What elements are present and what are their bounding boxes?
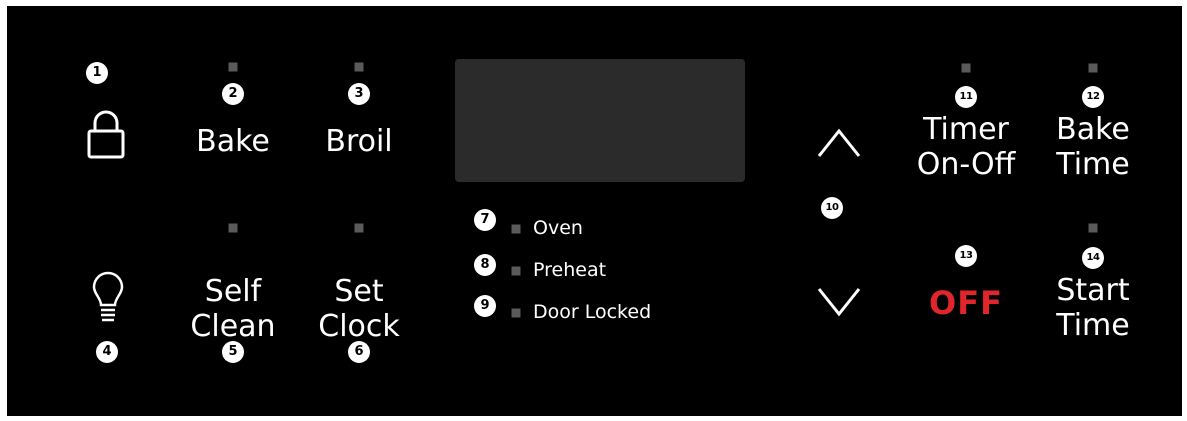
callout-4: 4 (96, 341, 118, 363)
bake-led (228, 62, 238, 72)
callout-7: 7 (474, 209, 496, 231)
oven-indicator-label: Oven (533, 217, 583, 239)
bake-time-button[interactable]: Bake Time (1056, 112, 1130, 182)
oven-indicator-led (511, 224, 521, 234)
set-clock-line2: Clock (318, 309, 400, 344)
start-time-led (1088, 223, 1098, 233)
broil-label: Broil (325, 124, 393, 159)
bake-time-led (1088, 63, 1098, 73)
start-time-line2: Time (1056, 308, 1130, 343)
bake-label: Bake (196, 124, 270, 159)
set-clock-line1: Set (334, 274, 384, 309)
preheat-indicator-label: Preheat (533, 259, 607, 281)
broil-button[interactable]: Broil (325, 124, 392, 159)
self-clean-led (228, 223, 238, 233)
bake-button[interactable]: Bake (196, 124, 270, 159)
callout-5: 5 (222, 341, 244, 363)
timer-led (961, 63, 971, 73)
broil-led (354, 62, 364, 72)
off-button[interactable]: OFF (929, 286, 1003, 321)
door-locked-indicator-led (511, 308, 521, 318)
callout-11: 11 (955, 86, 977, 108)
digital-display (455, 59, 745, 182)
self-clean-line2: Clean (190, 309, 276, 344)
lock-icon[interactable] (86, 109, 126, 159)
set-clock-button[interactable]: Set Clock (318, 274, 400, 344)
callout-13: 13 (955, 245, 977, 267)
start-time-button[interactable]: Start Time (1056, 273, 1129, 343)
callout-9: 9 (474, 295, 496, 317)
callout-1: 1 (86, 62, 108, 84)
callout-8: 8 (474, 254, 496, 276)
light-bulb-icon[interactable] (91, 271, 125, 328)
bake-time-line2: Time (1056, 147, 1130, 182)
callout-12: 12 (1082, 86, 1104, 108)
chevron-up-icon[interactable] (816, 126, 862, 158)
timer-on-off-button[interactable]: Timer On-Off (917, 112, 1016, 182)
timer-line1: Timer (923, 112, 1009, 147)
set-clock-led (354, 223, 364, 233)
callout-2: 2 (222, 83, 244, 105)
callout-6: 6 (348, 341, 370, 363)
self-clean-line1: Self (204, 274, 262, 309)
door-locked-indicator-label: Door Locked (533, 301, 652, 323)
off-label: OFF (929, 284, 1003, 322)
chevron-down-icon[interactable] (816, 286, 862, 318)
callout-10: 10 (821, 197, 843, 219)
self-clean-button[interactable]: Self Clean (190, 274, 275, 344)
callout-3: 3 (348, 83, 370, 105)
preheat-indicator-led (511, 266, 521, 276)
callout-14: 14 (1082, 247, 1104, 269)
bake-time-line1: Bake (1056, 112, 1130, 147)
start-time-line1: Start (1056, 273, 1130, 308)
timer-line2: On-Off (916, 147, 1016, 182)
